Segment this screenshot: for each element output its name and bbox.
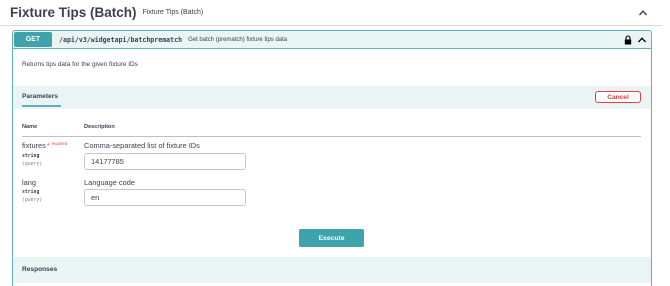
column-header-name: Name (22, 124, 38, 130)
operation-description: Returns tips data for the given fixture … (22, 61, 138, 68)
parameters-header: Parameters Cancel (13, 86, 651, 109)
param-location: (query) (22, 198, 43, 203)
operation-block: GET /api/v3/widgetapi/batchprematch Get … (12, 30, 652, 286)
cancel-button[interactable]: Cancel (595, 91, 641, 103)
execute-button[interactable]: Execute (299, 229, 364, 247)
param-description: Comma-separated list of fixture IDs (84, 141, 200, 150)
operation-summary[interactable]: GET /api/v3/widgetapi/batchprematch Get … (13, 31, 651, 49)
lock-icon[interactable] (624, 35, 632, 45)
param-type: string (22, 154, 40, 159)
param-name-fixtures: fixtures* required (22, 141, 67, 150)
param-type: string (22, 190, 40, 195)
tag-section-header[interactable]: Fixture Tips (Batch) Fixture Tips (Batch… (0, 0, 662, 26)
operation-summary-text: Get batch (prematch) fixture tips data (188, 36, 288, 43)
param-description: Language code (84, 178, 135, 187)
required-label: required (51, 141, 67, 146)
table-divider (22, 136, 641, 137)
tab-underline (22, 105, 61, 107)
param-name-lang: lang (22, 178, 36, 187)
chevron-up-icon[interactable] (637, 35, 647, 45)
responses-header: Responses (13, 257, 651, 283)
section-description: Fixture Tips (Batch) (142, 9, 204, 16)
responses-title: Responses (22, 266, 58, 273)
operation-path: /api/v3/widgetapi/batchprematch (59, 35, 183, 44)
chevron-up-icon[interactable] (638, 8, 648, 18)
tab-parameters[interactable]: Parameters (22, 93, 58, 100)
method-badge: GET (14, 32, 52, 47)
param-location: (query) (22, 162, 43, 167)
column-header-description: Description (84, 124, 115, 130)
required-marker: * (46, 143, 50, 150)
section-title: Fixture Tips (Batch) (10, 5, 137, 20)
param-name-label: fixtures (22, 141, 46, 150)
fixtures-input[interactable] (84, 153, 246, 170)
lang-input[interactable] (84, 189, 246, 206)
